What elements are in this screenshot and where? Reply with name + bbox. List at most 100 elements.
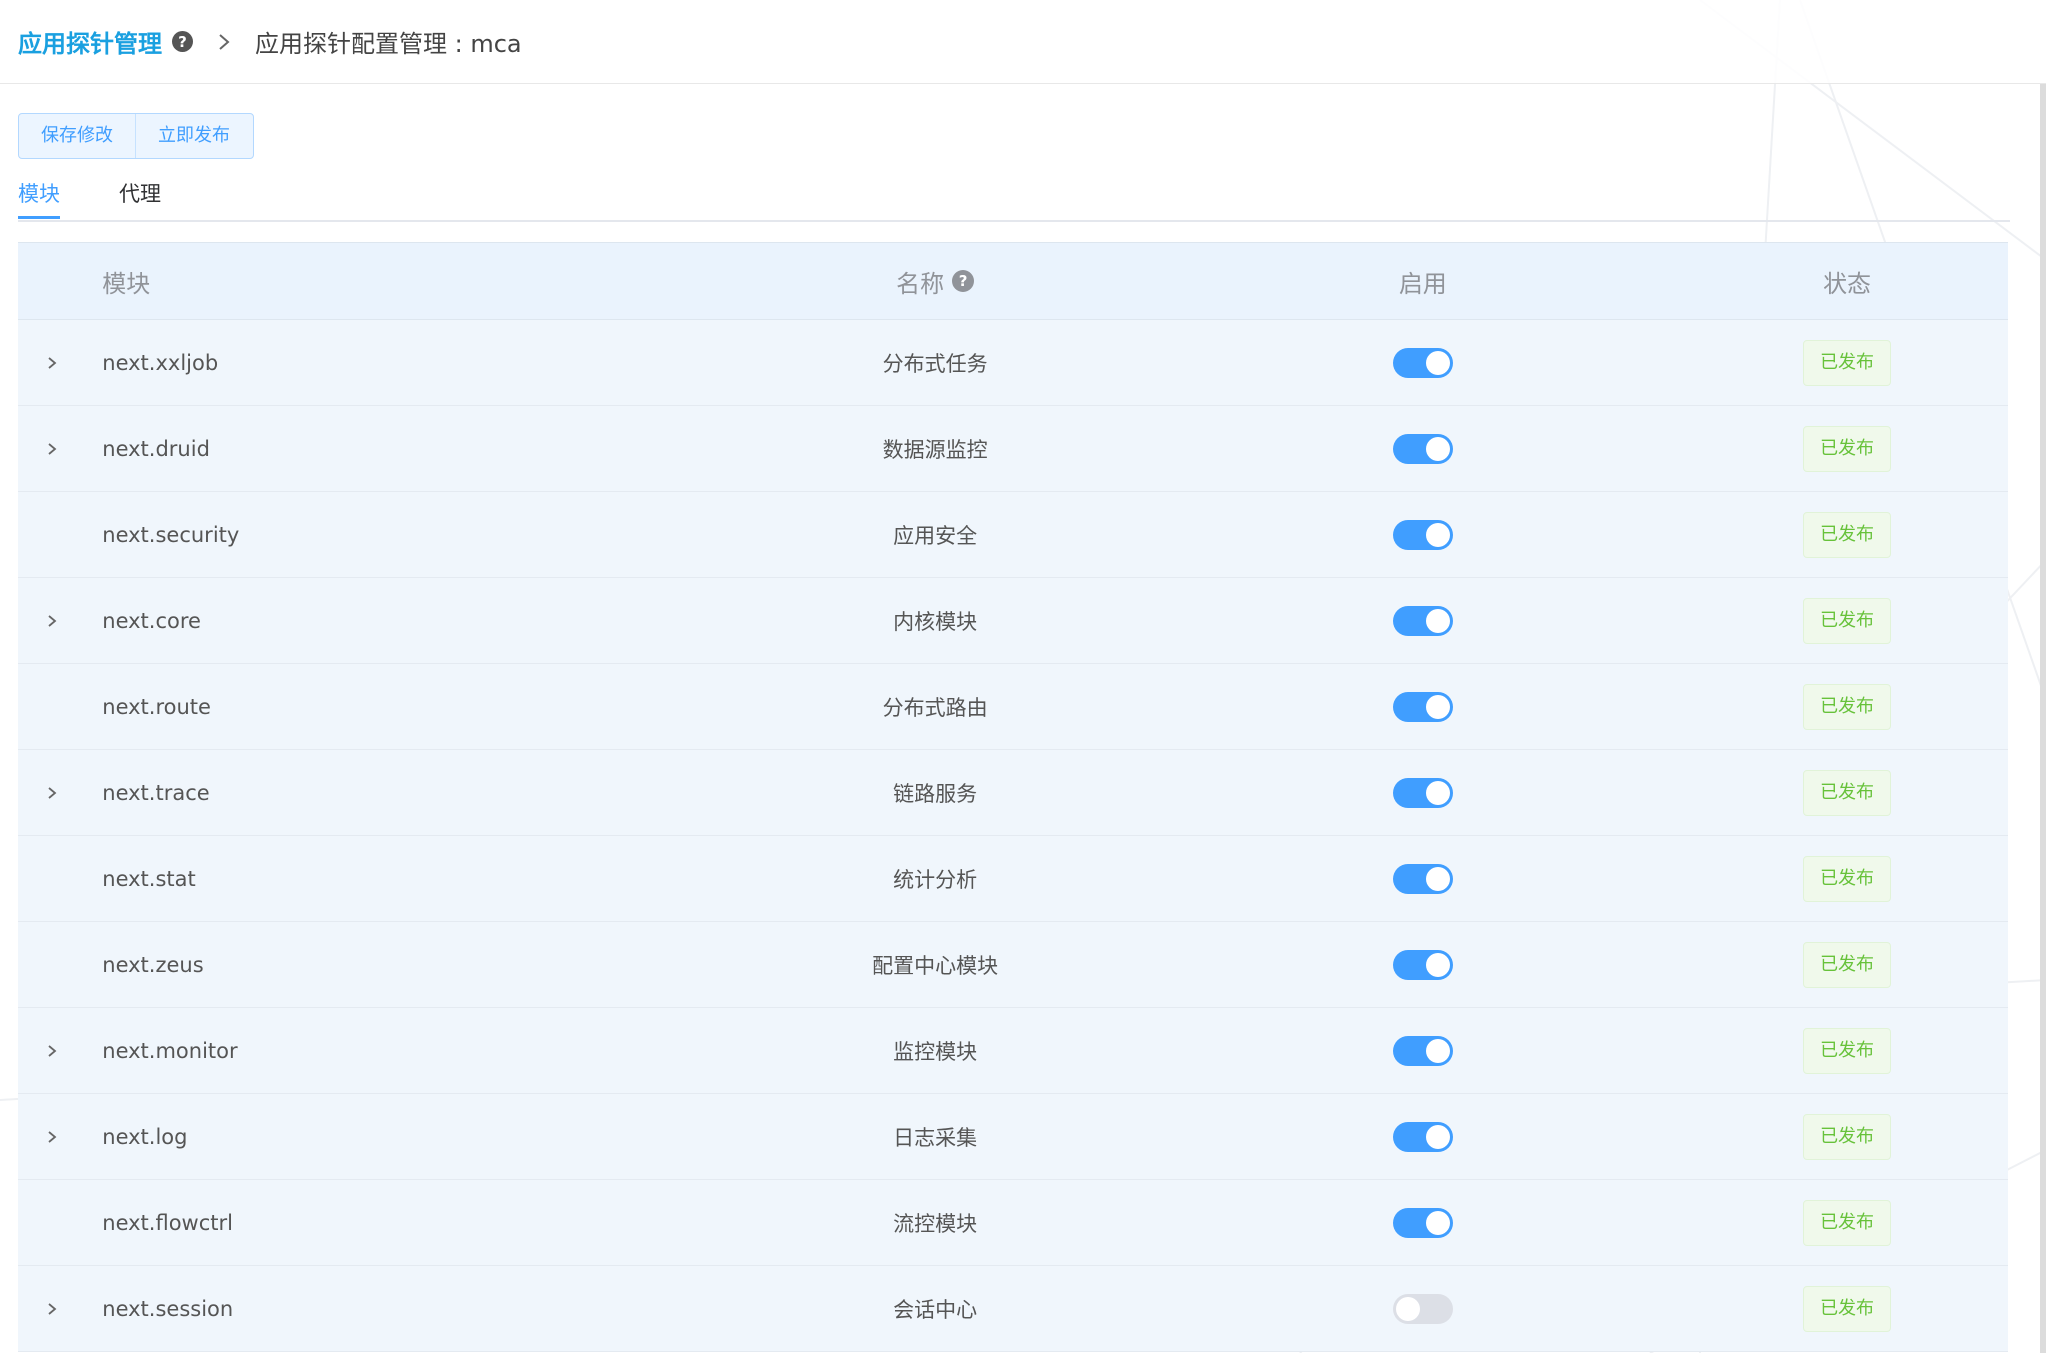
- name-cell: 配置中心模块: [872, 953, 999, 978]
- status-badge: 已发布: [1803, 769, 1892, 816]
- table-row: next.monitor 监控模块 已发布: [18, 1008, 2008, 1094]
- enable-toggle[interactable]: [1392, 691, 1453, 722]
- enable-toggle[interactable]: [1392, 433, 1453, 464]
- expand-cell: [18, 784, 86, 802]
- status-cell: 已发布: [1686, 425, 2008, 472]
- enable-toggle[interactable]: [1392, 1293, 1453, 1324]
- enabled-cell: [1159, 863, 1686, 894]
- toggle-knob: [1425, 952, 1450, 977]
- name-cell: 链路服务: [893, 781, 978, 806]
- expand-chevron-icon[interactable]: [43, 784, 61, 802]
- column-header-name-label: 名称: [896, 269, 945, 298]
- status-cell: 已发布: [1686, 339, 2008, 386]
- status-cell: 已发布: [1686, 1285, 2008, 1332]
- expand-cell: [18, 612, 86, 630]
- expand-chevron-icon[interactable]: [43, 1042, 61, 1060]
- table-header: 模块 名称 ? 启用 状态: [18, 242, 2008, 320]
- table-row: next.druid 数据源监控 已发布: [18, 406, 2008, 492]
- enable-toggle[interactable]: [1392, 1207, 1453, 1238]
- enabled-cell: [1159, 777, 1686, 808]
- tab-modules[interactable]: 模块: [18, 178, 60, 208]
- status-cell: 已发布: [1686, 511, 2008, 558]
- status-cell: 已发布: [1686, 941, 2008, 988]
- expand-chevron-icon[interactable]: [43, 354, 61, 372]
- status-badge: 已发布: [1803, 511, 1892, 558]
- enabled-cell: [1159, 1035, 1686, 1066]
- expand-chevron-icon[interactable]: [43, 1128, 61, 1146]
- toggle-knob: [1395, 1296, 1420, 1321]
- toolbar: 保存修改 立即发布: [18, 113, 254, 159]
- name-cell: 监控模块: [893, 1039, 978, 1064]
- table-row: next.core 内核模块 已发布: [18, 578, 2008, 664]
- module-cell: next.xxljob: [102, 350, 219, 375]
- enable-toggle[interactable]: [1392, 347, 1453, 378]
- status-badge: 已发布: [1803, 1113, 1892, 1160]
- breadcrumb-root[interactable]: 应用探针管理: [18, 24, 162, 59]
- enable-toggle[interactable]: [1392, 605, 1453, 636]
- enable-toggle[interactable]: [1392, 1121, 1453, 1152]
- status-cell: 已发布: [1686, 1199, 2008, 1246]
- module-cell: next.trace: [102, 780, 210, 805]
- status-badge: 已发布: [1803, 1285, 1892, 1332]
- status-badge: 已发布: [1803, 941, 1892, 988]
- expand-cell: [18, 354, 86, 372]
- name-cell: 统计分析: [893, 867, 978, 892]
- toggle-knob: [1425, 1210, 1450, 1235]
- save-button[interactable]: 保存修改: [19, 114, 135, 158]
- enable-toggle[interactable]: [1392, 777, 1453, 808]
- enabled-cell: [1159, 433, 1686, 464]
- status-cell: 已发布: [1686, 769, 2008, 816]
- page-header: 应用探针管理 ? 应用探针配置管理 : mca: [0, 0, 2046, 84]
- table-row: next.zeus 配置中心模块 已发布: [18, 922, 2008, 1008]
- enabled-cell: [1159, 605, 1686, 636]
- enable-toggle[interactable]: [1392, 863, 1453, 894]
- module-cell: next.flowctrl: [102, 1210, 233, 1235]
- enabled-cell: [1159, 1121, 1686, 1152]
- enable-toggle[interactable]: [1392, 949, 1453, 980]
- name-cell: 数据源监控: [882, 437, 988, 462]
- module-cell: next.zeus: [102, 952, 204, 977]
- enabled-cell: [1159, 949, 1686, 980]
- module-cell: next.core: [102, 608, 201, 633]
- status-cell: 已发布: [1686, 1027, 2008, 1074]
- status-badge: 已发布: [1803, 1027, 1892, 1074]
- table-row: next.flowctrl 流控模块 已发布: [18, 1180, 2008, 1266]
- module-cell: next.route: [102, 694, 211, 719]
- expand-chevron-icon[interactable]: [43, 440, 61, 458]
- publish-button[interactable]: 立即发布: [135, 114, 252, 158]
- toggle-knob: [1425, 694, 1450, 719]
- column-header-name: 名称 ?: [711, 264, 1160, 299]
- help-icon[interactable]: ?: [172, 31, 193, 52]
- toggle-knob: [1425, 1124, 1450, 1149]
- enabled-cell: [1159, 347, 1686, 378]
- status-badge: 已发布: [1803, 339, 1892, 386]
- toggle-knob: [1425, 608, 1450, 633]
- enabled-cell: [1159, 691, 1686, 722]
- status-cell: 已发布: [1686, 855, 2008, 902]
- tab-agent[interactable]: 代理: [119, 178, 161, 208]
- breadcrumb-current: 应用探针配置管理 : mca: [255, 30, 522, 58]
- chevron-right-icon: [217, 32, 237, 52]
- expand-chevron-icon[interactable]: [43, 1300, 61, 1318]
- help-icon[interactable]: ?: [952, 270, 975, 292]
- name-cell: 会话中心: [893, 1297, 978, 1322]
- module-cell: next.stat: [102, 866, 196, 891]
- name-cell: 流控模块: [893, 1211, 978, 1236]
- column-header-enabled: 启用: [1398, 269, 1447, 298]
- module-cell: next.monitor: [102, 1038, 238, 1063]
- toggle-knob: [1425, 522, 1450, 547]
- expand-chevron-icon[interactable]: [43, 612, 61, 630]
- enabled-cell: [1159, 1207, 1686, 1238]
- scrollbar[interactable]: [2040, 84, 2046, 1353]
- table-row: next.route 分布式路由 已发布: [18, 664, 2008, 750]
- toggle-knob: [1425, 1038, 1450, 1063]
- enable-toggle[interactable]: [1392, 1035, 1453, 1066]
- toggle-knob: [1425, 436, 1450, 461]
- name-cell: 日志采集: [893, 1125, 978, 1150]
- status-badge: 已发布: [1803, 425, 1892, 472]
- tab-bar: 模块 代理: [18, 172, 2010, 222]
- name-cell: 内核模块: [893, 609, 978, 634]
- name-cell: 分布式任务: [882, 351, 988, 376]
- enable-toggle[interactable]: [1392, 519, 1453, 550]
- column-header-module: 模块: [102, 269, 151, 298]
